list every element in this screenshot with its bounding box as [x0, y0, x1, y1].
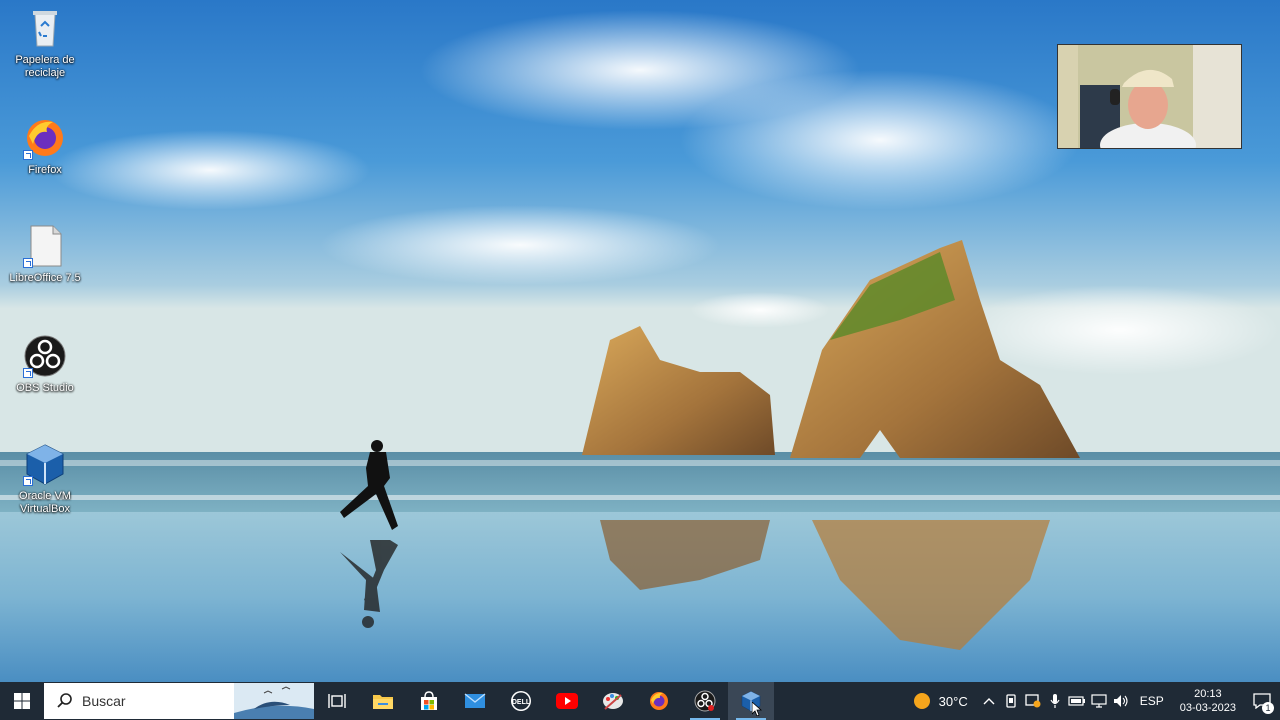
youtube-icon — [556, 693, 578, 709]
taskbar: Buscar DELL 30°C ESP 20:13 03-03-2023 1 — [0, 682, 1280, 720]
weather-widget[interactable] — [909, 682, 935, 720]
shortcut-arrow-icon — [23, 150, 33, 160]
webcam-overlay — [1057, 44, 1242, 149]
desktop-icon-label: Firefox — [28, 164, 62, 176]
shortcut-arrow-icon — [23, 476, 33, 486]
sun-icon — [913, 693, 930, 709]
notification-center-button[interactable]: 1 — [1244, 682, 1280, 720]
notification-badge: 1 — [1262, 702, 1274, 714]
paint-palette-icon — [603, 693, 623, 710]
dell-icon: DELL — [511, 691, 531, 711]
tray-battery[interactable] — [1066, 682, 1088, 720]
search-highlight-image — [234, 683, 314, 719]
desktop-icon-label: LibreOffice 7.5 — [9, 272, 81, 284]
clock-date: 03-03-2023 — [1179, 702, 1236, 714]
windows-logo-icon — [14, 693, 30, 709]
show-hidden-icons-button[interactable] — [978, 682, 1000, 720]
clock[interactable]: 20:13 03-03-2023 — [1172, 687, 1244, 715]
security-alert-icon — [1025, 694, 1041, 708]
desktop-icon-label: Papelera de reciclaje — [15, 54, 75, 79]
task-view-button[interactable] — [314, 682, 360, 720]
task-view-icon — [328, 694, 346, 708]
tray-volume[interactable] — [1110, 682, 1132, 720]
desktop-icon-libreoffice[interactable]: LibreOffice 7.5 — [6, 224, 84, 285]
phone-link-icon — [1006, 694, 1016, 708]
recycle-bin-icon — [23, 6, 67, 50]
obs-icon — [23, 334, 67, 378]
chevron-up-icon — [983, 698, 995, 705]
desktop-icon-label: OBS Studio — [16, 382, 74, 394]
mail-icon — [464, 693, 486, 708]
virtualbox-icon — [23, 442, 67, 486]
desktop-icon-virtualbox[interactable]: Oracle VM VirtualBox — [6, 442, 84, 516]
speaker-icon — [1113, 695, 1128, 707]
libreoffice-icon — [23, 224, 67, 268]
weather-temperature[interactable]: 30°C — [935, 694, 978, 709]
tray-microphone[interactable] — [1044, 682, 1066, 720]
search-input[interactable]: Buscar — [44, 683, 314, 719]
mouse-cursor-icon — [752, 702, 762, 716]
firefox-icon — [23, 116, 67, 160]
shortcut-arrow-icon — [23, 258, 33, 268]
taskbar-app-paint[interactable] — [590, 682, 636, 720]
network-icon — [1091, 694, 1107, 708]
system-tray: 30°C ESP 20:13 03-03-2023 1 — [909, 682, 1280, 720]
taskbar-app-dell[interactable]: DELL — [498, 682, 544, 720]
desktop-icon-recycle-bin[interactable]: Papelera de reciclaje — [6, 6, 84, 80]
folder-icon — [373, 695, 393, 709]
desktop-icon-label: Oracle VM VirtualBox — [19, 490, 71, 515]
taskbar-app-virtualbox[interactable] — [728, 682, 774, 720]
svg-text:DELL: DELL — [512, 699, 531, 706]
search-placeholder: Buscar — [82, 693, 126, 709]
microphone-icon — [1050, 694, 1060, 708]
obs-icon — [694, 690, 716, 712]
taskbar-app-file-explorer[interactable] — [360, 682, 406, 720]
tray-app-phone[interactable] — [1000, 682, 1022, 720]
clock-time: 20:13 — [1194, 688, 1222, 700]
battery-charging-icon — [1068, 696, 1085, 706]
language-indicator[interactable]: ESP — [1132, 694, 1172, 708]
desktop-icon-obs-studio[interactable]: OBS Studio — [6, 334, 84, 395]
taskbar-app-mail[interactable] — [452, 682, 498, 720]
taskbar-app-youtube[interactable] — [544, 682, 590, 720]
tray-app-security[interactable] — [1022, 682, 1044, 720]
shortcut-arrow-icon — [23, 368, 33, 378]
start-button[interactable] — [0, 682, 44, 720]
taskbar-app-microsoft-store[interactable] — [406, 682, 452, 720]
store-icon — [421, 691, 437, 710]
tray-network[interactable] — [1088, 682, 1110, 720]
desktop-icon-firefox[interactable]: Firefox — [6, 116, 84, 177]
firefox-icon — [650, 692, 668, 710]
search-icon — [57, 693, 72, 708]
taskbar-app-obs-studio[interactable] — [682, 682, 728, 720]
taskbar-app-firefox[interactable] — [636, 682, 682, 720]
